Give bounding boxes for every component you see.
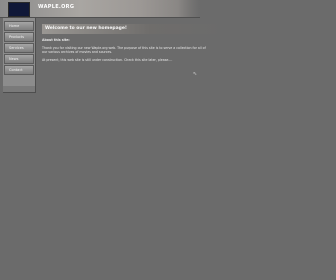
site-name[interactable]: WAPLE.ORG bbox=[38, 4, 74, 10]
sidebar-item-home[interactable]: Home bbox=[4, 21, 34, 31]
sidebar-item-label: Products bbox=[9, 35, 25, 39]
sidebar-nav: Home Products Services News Contact bbox=[3, 18, 36, 93]
sidebar-item-contact[interactable]: Contact bbox=[4, 65, 34, 75]
header-bar: WAPLE.ORG bbox=[0, 0, 200, 18]
sidebar-item-label: News bbox=[9, 57, 19, 61]
section-title: About this site: bbox=[42, 38, 70, 42]
welcome-banner: Welcome to our new homepage! bbox=[42, 24, 222, 34]
intro-paragraph-line-2: our various archives of movies and sourc… bbox=[42, 50, 113, 54]
sidebar-item-services[interactable]: Services bbox=[4, 43, 34, 53]
flag-logo-icon[interactable] bbox=[8, 2, 30, 17]
sidebar-item-label: Contact bbox=[9, 68, 23, 72]
sidebar-item-label: Home bbox=[9, 24, 20, 28]
sidebar-item-news[interactable]: News bbox=[4, 54, 34, 64]
sidebar-item-label: Services bbox=[9, 46, 24, 50]
mouse-cursor-icon: ⇖ bbox=[193, 71, 198, 77]
sidebar-footer-strip bbox=[3, 86, 35, 92]
header-fade bbox=[178, 0, 200, 17]
banner-title: Welcome to our new homepage! bbox=[45, 26, 127, 31]
construction-notice: At present, this web site is still under… bbox=[42, 58, 173, 62]
sidebar-item-products[interactable]: Products bbox=[4, 32, 34, 42]
